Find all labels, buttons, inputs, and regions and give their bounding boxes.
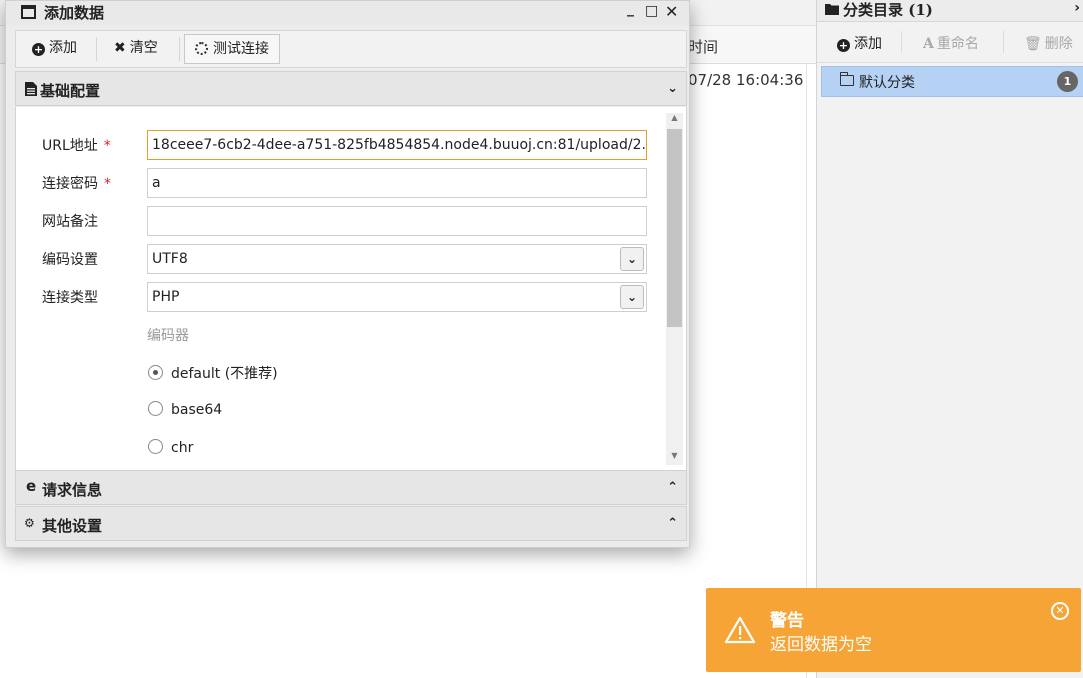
encoder-option-chr[interactable]: chr [148, 439, 193, 456]
category-item-default[interactable]: 默认分类 1 [821, 66, 1083, 97]
test-connection-label: 测试连接 [213, 41, 269, 57]
note-label: 网站备注 [42, 214, 98, 230]
category-add-button[interactable]: + 添加 [837, 33, 882, 53]
edge-icon: e [26, 477, 37, 495]
maximize-icon[interactable]: □ [645, 3, 658, 19]
radio-button-checked[interactable] [148, 365, 163, 380]
dialog-title: 添加数据 [44, 4, 105, 22]
minimize-icon[interactable]: _ [627, 1, 634, 17]
window-icon [21, 5, 36, 19]
scrollbar-thumb[interactable] [667, 129, 682, 327]
category-panel-title-bar: 分类目录 (1) › [817, 0, 1083, 22]
category-rename-label: 重命名 [936, 36, 979, 52]
chevron-down-icon[interactable]: ⌄ [620, 247, 644, 271]
radio-button[interactable] [148, 401, 163, 416]
plus-circle-icon: + [32, 43, 45, 56]
folder-icon [825, 4, 839, 15]
folder-open-icon [840, 72, 854, 86]
chevron-up-icon[interactable]: ⌃ [667, 480, 678, 495]
connection-type-value: PHP [152, 289, 180, 305]
add-data-dialog: 添加数据 _ □ ✕ + 添加 ✖ 清空 测试连接 基础配置 ⌄ URL地址 * 18… [5, 0, 690, 548]
encoding-select-value: UTF8 [152, 251, 188, 267]
column-divider [806, 64, 807, 678]
category-panel-title: 分类目录 (1) [843, 1, 933, 19]
spinner-icon [195, 42, 208, 55]
category-add-label: 添加 [854, 36, 882, 52]
dialog-toolbar: + 添加 ✖ 清空 测试连接 [15, 30, 687, 68]
section-basic-config-title: 基础配置 [40, 82, 101, 100]
file-text-icon [25, 82, 37, 96]
category-panel: 分类目录 (1) › + 添加 A 重命名 🗑 删除 默认分类 1 [816, 0, 1083, 678]
close-icon[interactable]: ✕ [1051, 602, 1069, 620]
note-input[interactable] [147, 206, 647, 236]
encoder-option-label: default (不推荐) [171, 366, 278, 382]
encoder-option-label: base64 [171, 402, 223, 418]
trash-icon: 🗑 [1024, 36, 1042, 52]
category-delete-button[interactable]: 🗑 删除 [1024, 33, 1073, 53]
scroll-up-arrow-icon[interactable]: ▲ [666, 113, 683, 127]
plus-circle-icon: + [837, 39, 850, 52]
toolbar-divider [179, 37, 180, 61]
required-mark: * [104, 176, 111, 192]
url-label-text: URL地址 [42, 138, 98, 154]
scroll-down-arrow-icon[interactable]: ▼ [666, 451, 683, 465]
list-row-time[interactable]: 07/28 16:04:36 [688, 71, 803, 89]
cogs-icon: ⚙ [24, 516, 35, 530]
toast-message: 返回数据为空 [770, 635, 872, 655]
password-label: 连接密码 * [42, 173, 111, 193]
encoder-option-base64[interactable]: base64 [148, 401, 222, 418]
basic-config-form: URL地址 * 18ceee7-6cb2-4dee-a751-825fb48548… [15, 107, 687, 470]
url-input[interactable]: 18ceee7-6cb2-4dee-a751-825fb4854854.node… [147, 130, 647, 160]
toolbar-divider [1003, 31, 1004, 53]
category-delete-label: 删除 [1044, 36, 1073, 52]
form-scrollbar[interactable]: ▲ ▼ [666, 113, 683, 465]
toast-title: 警告 [770, 611, 804, 631]
font-icon: A [923, 36, 934, 52]
close-icon: ✖ [114, 40, 126, 56]
chevron-down-icon[interactable]: ⌄ [620, 285, 644, 309]
encoding-label: 编码设置 [42, 252, 98, 268]
connection-type-label: 连接类型 [42, 290, 98, 306]
section-request-info-header[interactable]: e 请求信息 ⌃ [15, 470, 687, 505]
chevron-up-icon[interactable]: ⌃ [667, 516, 678, 531]
radio-button[interactable] [148, 439, 163, 454]
category-toolbar: + 添加 A 重命名 🗑 删除 [817, 23, 1083, 63]
close-icon[interactable]: ✕ [665, 2, 678, 21]
toolbar-divider [96, 37, 97, 61]
connection-type-select[interactable]: PHP ⌄ [147, 282, 647, 312]
required-mark: * [103, 138, 111, 154]
encoder-heading: 编码器 [147, 328, 189, 344]
encoding-select[interactable]: UTF8 ⌄ [147, 244, 647, 274]
chevron-right-icon[interactable]: › [1074, 0, 1080, 16]
section-other-settings-title: 其他设置 [42, 517, 103, 535]
section-request-info-title: 请求信息 [42, 481, 103, 499]
warning-toast: 警告 返回数据为空 ✕ [706, 588, 1081, 672]
url-label: URL地址 * [42, 135, 111, 155]
category-rename-button[interactable]: A 重命名 [923, 33, 979, 53]
add-button[interactable]: + 添加 [22, 31, 87, 67]
password-input[interactable]: a [147, 168, 647, 198]
password-label-text: 连接密码 [42, 176, 98, 192]
chevron-down-icon[interactable]: ⌄ [667, 81, 678, 96]
dialog-title-bar[interactable]: 添加数据 _ □ ✕ [6, 1, 689, 25]
encoder-option-default[interactable]: default (不推荐) [148, 363, 278, 383]
count-badge: 1 [1057, 71, 1078, 92]
section-basic-config-header[interactable]: 基础配置 ⌄ [15, 71, 687, 106]
clear-button[interactable]: ✖ 清空 [104, 31, 168, 67]
encoder-option-label: chr [171, 440, 194, 456]
toolbar-divider [901, 31, 902, 53]
clear-button-label: 清空 [129, 40, 158, 56]
section-other-settings-header[interactable]: ⚙ 其他设置 ⌃ [15, 506, 687, 541]
column-header-time[interactable]: 时间 [688, 36, 718, 57]
add-button-label: 添加 [49, 40, 77, 56]
warning-triangle-icon [724, 616, 756, 644]
test-connection-button[interactable]: 测试连接 [184, 34, 280, 64]
category-item-label: 默认分类 [859, 75, 915, 91]
